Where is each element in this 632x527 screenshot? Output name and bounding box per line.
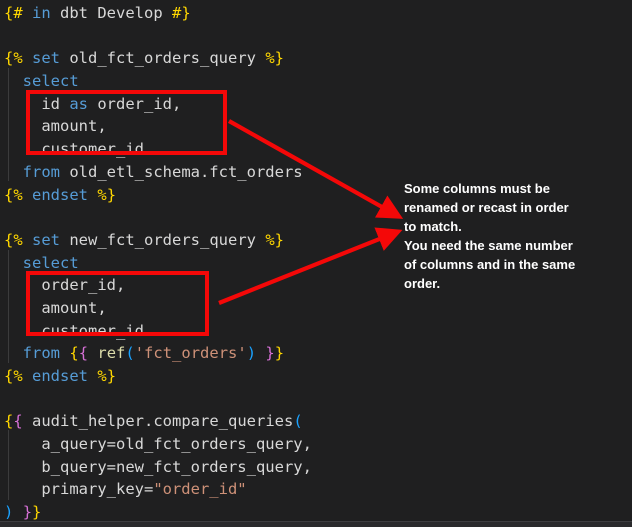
editor-window: {# in dbt Develop #} {% set old_fct_orde…	[0, 0, 632, 527]
indent-guide	[8, 430, 9, 500]
annotation-note: Some columns must berenamed or recast in…	[404, 179, 619, 293]
code-line	[4, 25, 312, 48]
annotation-note-line: order.	[404, 274, 619, 293]
code-line: b_query=new_fct_orders_query,	[4, 456, 312, 479]
indent-guide	[8, 250, 9, 363]
code-line: {% endset %}	[4, 184, 312, 207]
annotation-note-line: to match.	[404, 217, 619, 236]
code-line: primary_key="order_id"	[4, 478, 312, 501]
code-line	[4, 206, 312, 229]
indent-guide	[8, 68, 9, 181]
code-line	[4, 388, 312, 411]
code-line: {{ audit_helper.compare_queries(	[4, 410, 312, 433]
bottom-panel-edge	[0, 521, 632, 527]
code-line: {% set new_fct_orders_query %}	[4, 229, 312, 252]
code-editor[interactable]: {# in dbt Develop #} {% set old_fct_orde…	[4, 2, 312, 524]
code-line: from old_etl_schema.fct_orders	[4, 161, 312, 184]
code-line: {% set old_fct_orders_query %}	[4, 47, 312, 70]
code-line: from {{ ref('fct_orders') }}	[4, 342, 312, 365]
annotation-note-line: renamed or recast in order	[404, 198, 619, 217]
code-line: a_query=old_fct_orders_query,	[4, 433, 312, 456]
annotation-note-line: Some columns must be	[404, 179, 619, 198]
annotation-note-line: of columns and in the same	[404, 255, 619, 274]
annotation-note-line: You need the same number	[404, 236, 619, 255]
code-line: {# in dbt Develop #}	[4, 2, 312, 25]
annotation-box-old-columns	[26, 90, 227, 155]
code-line: {% endset %}	[4, 365, 312, 388]
annotation-box-new-columns	[26, 271, 209, 336]
